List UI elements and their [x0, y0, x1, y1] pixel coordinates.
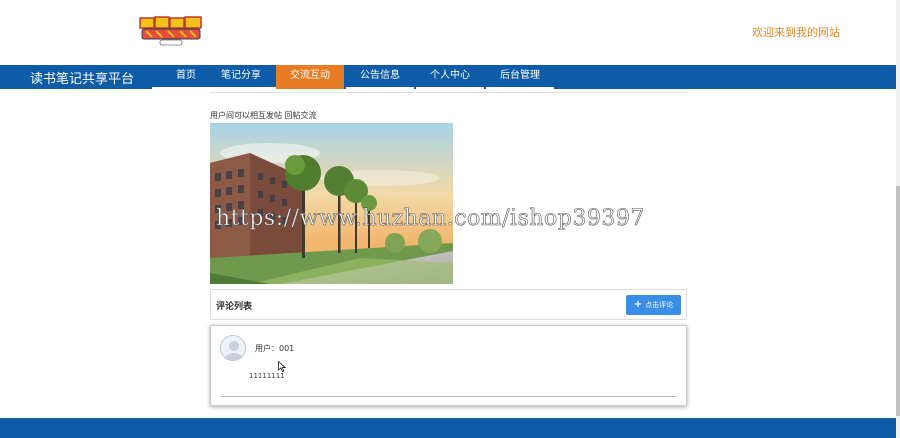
watermark-url: https://www.huzhan.com/ishop39397: [216, 206, 645, 232]
main-navbar: 读书笔记共享平台 首页 笔记分享 交流互动 公告信息 个人中心 后台管理: [0, 65, 896, 89]
scrollbar-thumb[interactable]: [896, 186, 900, 416]
campus-photo: [210, 123, 453, 284]
add-comment-button[interactable]: + 点击评论: [626, 295, 681, 315]
comment-item: 用户：001 11111111: [210, 325, 687, 406]
mouse-cursor-icon: [278, 357, 287, 372]
nav-interaction[interactable]: 交流互动: [276, 65, 344, 89]
site-header: 欢迎来到我的网站: [0, 0, 896, 65]
comment-content: 11111111: [249, 372, 285, 380]
welcome-text: 欢迎来到我的网站: [752, 26, 840, 39]
comment-list-title: 评论列表: [216, 302, 253, 312]
forum-intro-text: 用户间可以相互发帖 回帖交流: [210, 111, 317, 120]
plus-icon: +: [633, 299, 643, 310]
user-name: 001: [279, 344, 295, 353]
site-logo[interactable]: [138, 16, 204, 46]
nav-announcements[interactable]: 公告信息: [346, 65, 414, 89]
user-label: 用户：: [255, 344, 279, 353]
nav-admin[interactable]: 后台管理: [486, 65, 554, 89]
content-divider: [210, 92, 687, 93]
site-brand[interactable]: 读书笔记共享平台: [30, 68, 134, 87]
site-footer: [0, 418, 896, 438]
comment-divider: [221, 396, 677, 397]
nav-personal-center[interactable]: 个人中心: [416, 65, 484, 89]
add-comment-label: 点击评论: [645, 301, 674, 309]
nav-notes-share[interactable]: 笔记分享: [206, 65, 276, 89]
user-avatar: [220, 335, 246, 361]
comment-user: 用户：001: [255, 343, 294, 354]
comment-list-header: 评论列表 + 点击评论: [210, 289, 687, 320]
